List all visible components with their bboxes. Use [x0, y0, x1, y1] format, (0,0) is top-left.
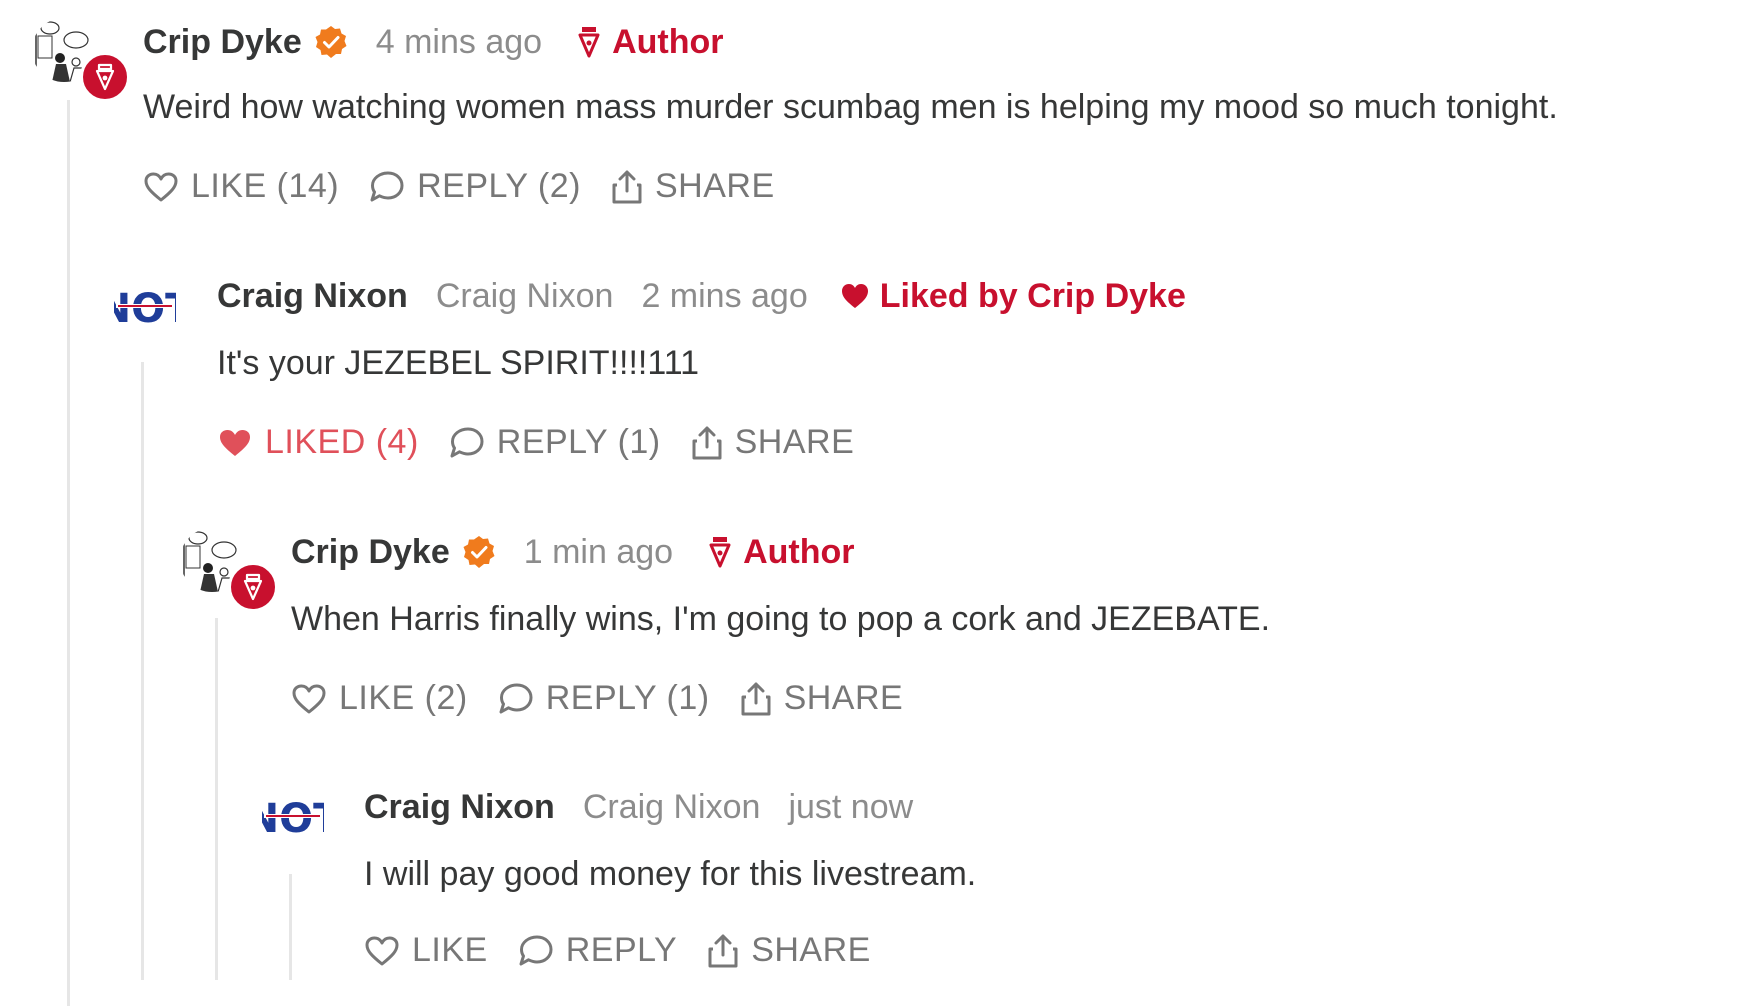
reply-label: REPLY: [565, 931, 678, 969]
comment-header: Crip Dyke 1 min ago Author: [291, 528, 854, 576]
share-button[interactable]: SHARE: [707, 931, 871, 970]
like-button[interactable]: LIKED (4): [217, 423, 419, 462]
heart-outline-icon: [144, 172, 178, 201]
verified-check-icon: [314, 25, 348, 59]
like-button[interactable]: LIKE (14): [143, 167, 339, 206]
comment-header: Craig Nixon Craig Nixon 2 mins ago Liked…: [217, 272, 1186, 320]
comment-header: Crip Dyke 4 mins ago Author: [143, 18, 723, 66]
author-handle[interactable]: Craig Nixon: [583, 788, 761, 827]
comment-body: When Harris finally wins, I'm going to p…: [291, 600, 1271, 638]
reply-button[interactable]: REPLY (1): [498, 679, 710, 718]
liked-by-author-badge: Liked by Crip Dyke: [840, 277, 1186, 316]
comment-actions: LIKE (2) REPLY (1) SHARE: [291, 679, 933, 718]
comment-bubble-icon: [499, 683, 533, 713]
share-icon: [692, 426, 722, 459]
author-badge-label: Author: [612, 22, 724, 61]
comment-body: It's your JEZEBEL SPIRIT!!!!111: [217, 344, 700, 382]
thread-line-level-4: [289, 874, 292, 980]
fountain-pen-icon: [709, 537, 731, 568]
author-badge: Author: [709, 533, 854, 572]
timestamp[interactable]: 1 min ago: [524, 533, 673, 572]
heart-outline-icon: [292, 684, 326, 713]
comment-bubble-icon: [519, 935, 553, 965]
author-name[interactable]: Craig Nixon: [217, 277, 408, 316]
like-label: LIKE (14): [191, 167, 340, 205]
share-icon: [612, 170, 642, 203]
share-icon: [708, 934, 738, 967]
share-button[interactable]: SHARE: [691, 423, 855, 462]
verified-check-icon: [462, 535, 496, 569]
comment-bubble-icon: [370, 171, 404, 201]
author-name[interactable]: Crip Dyke: [291, 533, 450, 572]
avatar[interactable]: [180, 528, 278, 612]
share-button[interactable]: SHARE: [740, 679, 904, 718]
author-name[interactable]: Craig Nixon: [364, 788, 555, 827]
author-badge-label: Author: [743, 532, 855, 571]
reply-label: REPLY (1): [496, 423, 661, 461]
avatar[interactable]: [32, 18, 130, 102]
heart-filled-icon: [841, 284, 868, 308]
like-label: LIKE (2): [339, 679, 468, 717]
fountain-pen-icon: [578, 27, 600, 58]
author-badge-icon: [228, 562, 278, 612]
avatar[interactable]: NOT: [246, 796, 341, 842]
comment-header: Craig Nixon Craig Nixon just now: [364, 783, 913, 831]
timestamp[interactable]: 4 mins ago: [376, 23, 542, 62]
share-label: SHARE: [654, 167, 775, 205]
author-badge: Author: [578, 23, 723, 62]
comment-bubble-icon: [450, 427, 484, 457]
share-label: SHARE: [734, 423, 855, 461]
like-label: LIKE: [412, 931, 488, 969]
thread-line-level-2: [141, 362, 144, 980]
author-name[interactable]: Crip Dyke: [143, 23, 302, 62]
share-label: SHARE: [783, 679, 904, 717]
thread-line-level-3: [215, 618, 218, 980]
like-button[interactable]: LIKE (2): [291, 679, 468, 718]
heart-filled-icon: [220, 429, 250, 456]
comment-body: I will pay good money for this livestrea…: [364, 855, 977, 893]
like-button[interactable]: LIKE: [364, 931, 488, 970]
heart-outline-icon: [365, 936, 399, 965]
thread-line-level-1: [67, 100, 70, 1006]
reply-button[interactable]: REPLY (2): [369, 167, 581, 206]
avatar[interactable]: NOT: [98, 286, 193, 332]
share-button[interactable]: SHARE: [611, 167, 775, 206]
comment-body: Weird how watching women mass murder scu…: [143, 88, 1558, 126]
timestamp[interactable]: just now: [788, 788, 913, 827]
reply-button[interactable]: REPLY (1): [449, 423, 661, 462]
share-label: SHARE: [751, 931, 871, 969]
author-badge-icon: [80, 52, 130, 102]
comment-actions: LIKED (4) REPLY (1) SHARE: [217, 423, 884, 462]
comment-actions: LIKE (14) REPLY (2) SHARE: [143, 167, 805, 206]
reply-label: REPLY (2): [417, 167, 581, 205]
reply-button[interactable]: REPLY: [518, 931, 677, 970]
comment-actions: LIKE REPLY SHARE: [364, 931, 901, 970]
reply-label: REPLY (1): [545, 679, 710, 717]
like-label: LIKED (4): [265, 423, 419, 461]
liked-by-label: Liked by Crip Dyke: [879, 276, 1186, 315]
share-icon: [741, 682, 771, 715]
author-handle[interactable]: Craig Nixon: [436, 277, 614, 316]
timestamp[interactable]: 2 mins ago: [641, 277, 807, 316]
